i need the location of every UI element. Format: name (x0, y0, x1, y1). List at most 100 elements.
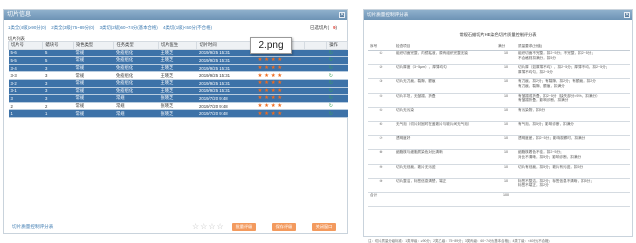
star-icon[interactable]: ★ (257, 80, 262, 86)
scoring-cell-no: ② (368, 64, 394, 80)
star-icon[interactable]: ★ (271, 103, 276, 109)
star-icon[interactable]: ★ (257, 95, 262, 102)
star-icon[interactable]: ★ (277, 80, 282, 86)
col-time[interactable]: 切片时间 (196, 41, 256, 50)
col-check-item: 检查项目 (394, 42, 496, 51)
total-score: 100 (496, 192, 516, 208)
table-row[interactable]: 3-3 3 常规 免疫组化 王晓芝 2019/9/25 15:31 ★ ★ ★ ★ ↻ (8, 71, 348, 80)
star-icon[interactable]: ★ (277, 95, 282, 102)
refresh-icon[interactable]: ↻ (329, 80, 333, 86)
star-icon[interactable]: ★ (257, 111, 262, 117)
table-row[interactable]: 3 3 常规 常规 张晓芝 2019/7/20 9:48 ★ ★ ★ ★ ↻ (8, 94, 348, 103)
quality-stars[interactable]: ★★★★ (255, 64, 305, 73)
col-stain-type[interactable]: 染色类型 (73, 41, 115, 50)
scoring-cell-item: 切片无划痕，玻片无污迹 (394, 164, 496, 179)
cell-slide: 3-3 (8, 71, 43, 80)
cell-stain: 常规 (73, 49, 114, 58)
col-block-no[interactable]: 蜡块号 (42, 41, 75, 50)
star-icon[interactable]: ★ (277, 103, 282, 109)
star-icon[interactable]: ★ (264, 95, 269, 102)
table-row[interactable]: 3-1 3 常规 免疫组化 王晓芝 2019/9/25 15:31 ★ ★ ★ ★ ↻ (8, 87, 348, 96)
star-icon[interactable]: ★ (264, 88, 269, 94)
col-slide-no[interactable]: 切片号 (7, 41, 44, 50)
refresh-icon[interactable]: ↻ (329, 50, 333, 56)
star-icon[interactable]: ★ (277, 57, 282, 64)
refresh-icon[interactable]: ↻ (329, 103, 333, 109)
star-icon[interactable]: ★ (271, 111, 276, 117)
col-task-type[interactable]: 任务类型 (113, 41, 159, 50)
quality-stars[interactable]: ★★★★ (255, 87, 305, 96)
star-icon[interactable]: ★ (257, 57, 262, 64)
table-row[interactable]: 1 1 常规 常规 张晓芝 2019/7/20 9:48 ★ ★ ★ ★ ↻ (8, 109, 348, 118)
quality-stars[interactable]: ★★★★ (255, 102, 305, 111)
batch-rate-button[interactable]: 批量评级 (232, 223, 256, 231)
table-row[interactable]: 3-4 3 常规 免疫组化 王晓芝 2019/9/25 15:31 ★ ★ ★ ★ ↻ (8, 64, 348, 73)
slide-info-window: 切片信息 ✕ 1类全(4级)≥90分(0) 2类全(3级)75~89分(0) 3… (3, 9, 348, 234)
scoring-cell-req: 有气泡，扣5分；影响诊断，扣满分 (516, 121, 630, 137)
refresh-icon[interactable]: ↻ (329, 73, 333, 79)
star-icon[interactable]: ★ (264, 65, 269, 71)
filter-grade-3[interactable]: 3类切(2级)60~74分(基本合格) (100, 25, 158, 30)
scoring-doc-heading: 常规石蜡切片HE染色切片质量控制评分表 (459, 32, 537, 37)
cell-slide: 5-6 (8, 49, 43, 58)
close-window-button[interactable]: 关闭窗口 (312, 223, 336, 231)
quality-stars[interactable]: ★★★★ (255, 56, 305, 65)
star-icon[interactable]: ★ (257, 88, 262, 94)
cell-stain: 常规 (73, 56, 114, 65)
star-icon[interactable]: ★ (264, 111, 269, 117)
quality-stars[interactable]: ★★★★ (255, 79, 305, 88)
refresh-icon[interactable]: ↻ (329, 57, 333, 63)
star-icon[interactable]: ★ (264, 103, 269, 109)
refresh-icon[interactable]: ↻ (329, 95, 333, 101)
star-icon[interactable]: ★ (257, 103, 262, 109)
table-row[interactable]: 5-65常规免疫组化王晓芝2019/9/25 15:31★★★★↻ (8, 49, 348, 58)
cell-block: 3 (42, 64, 74, 73)
save-rating-button[interactable]: 保存评级 (272, 223, 296, 231)
table-row[interactable]: 5-5 5 常规 免疫组化 王晓芝 2019/9/25 15:31 ★ ★ ★ ★ ↻ (8, 56, 348, 65)
refresh-icon[interactable]: ↻ (329, 111, 333, 117)
table-header-row: 切片号 蜡块号 染色类型 任务类型 切片医生 切片时间 切片质量评价 操作 (7, 41, 348, 50)
scoring-cell-item: 透明度好 (394, 135, 496, 151)
cell-stain: 常规 (73, 94, 114, 103)
cell-doctor: 王晓芝 (158, 56, 197, 65)
star-icon[interactable]: ★ (271, 65, 276, 71)
star-icon[interactable]: ★ (257, 65, 262, 71)
refresh-icon[interactable]: ↻ (329, 88, 333, 94)
quality-scoring-window: 切片质量控制评分表 ✕ 常规石蜡切片HE染色切片质量控制评分表 序号 检查项目 … (363, 9, 633, 243)
star-icon[interactable]: ★ (264, 73, 269, 79)
star-icon[interactable]: ★ (277, 111, 282, 117)
quality-stars[interactable]: ★★★★ (255, 71, 305, 80)
scoring-cell-item: 切片无刀痕，裂隙，颤痕 (394, 78, 496, 94)
star-icon[interactable]: ★ (277, 65, 282, 71)
scoring-cell-no: ⑩ (368, 178, 394, 193)
scoring-cell-item: 细胞核与细胞质染色对比清晰 (394, 149, 496, 165)
col-doctor[interactable]: 切片医生 (157, 41, 198, 50)
close-icon[interactable]: ✕ (624, 11, 630, 18)
cell-stain: 常规 (73, 64, 114, 73)
scoring-cell-item: 组织切面完整，内镜粘液，原有组织完整无缺 (394, 50, 496, 66)
star-icon[interactable]: ★ (277, 88, 282, 94)
filter-grade-4[interactable]: 4类切(1级)<60分(不合格) (163, 25, 212, 30)
star-icon[interactable]: ★ (271, 73, 276, 79)
star-icon[interactable]: ★ (271, 95, 276, 102)
star-icon[interactable]: ★ (257, 73, 262, 79)
close-icon[interactable]: ✕ (339, 11, 345, 18)
star-icon[interactable]: ★ (264, 80, 269, 86)
star-icon[interactable]: ★ (271, 80, 276, 86)
scoring-sheet-link[interactable]: 切片质量控制评分表 (12, 224, 53, 230)
filter-grade-2[interactable]: 2类全(3级)75~89分(0) (51, 25, 94, 30)
scoring-cell-no: ④ (368, 93, 394, 108)
quality-stars[interactable]: ★★★★ (255, 109, 305, 118)
star-icon[interactable]: ★ (271, 57, 276, 64)
scoring-cell-req: 切片厚（如厚薄不均），扣2~5分；厚薄不均，扣2~5分； 厚薄不均匀，扣2~5分 (516, 64, 630, 80)
star-icon[interactable]: ★ (264, 57, 269, 64)
table-row[interactable]: 3-2 3 常规 免疫组化 王晓芝 2019/9/25 15:31 ★ ★ ★ ★ ↻ (8, 79, 348, 88)
star-icon[interactable]: ★ (277, 73, 282, 79)
batch-rating-stars[interactable]: ☆☆☆☆ (192, 222, 225, 231)
quality-stars[interactable]: ★★★★ (255, 94, 305, 103)
filter-grade-1[interactable]: 1类全(4级)≥90分(0) (8, 25, 46, 30)
scoring-cell-req: 透明度差，扣2~5分；影响观察时，扣满分 (516, 135, 630, 151)
star-icon[interactable]: ★ (271, 88, 276, 94)
table-row[interactable]: 2 2 常规 常规 张晓芝 2019/7/20 9:48 ★ ★ ★ ★ ↻ (8, 102, 348, 111)
refresh-icon[interactable]: ↻ (329, 65, 333, 71)
